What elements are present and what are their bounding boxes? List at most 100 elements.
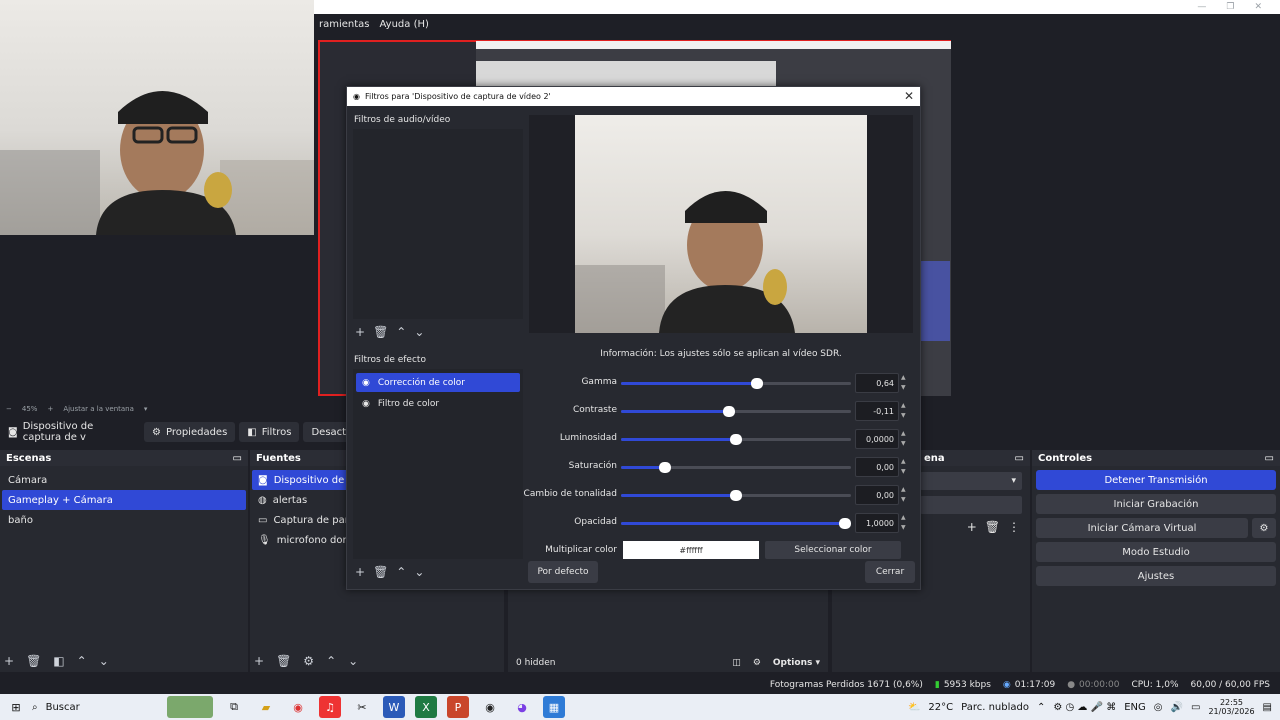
defaults-button[interactable]: Por defecto [528,561,598,583]
excel-icon[interactable]: X [415,696,437,718]
slider-handle[interactable] [730,490,742,501]
scene-item-selected[interactable]: Gameplay + Cámara [2,490,246,510]
increment-icon[interactable]: ▲ [901,401,911,411]
app-icon[interactable]: ▦ [543,696,565,718]
windows-start-icon[interactable]: ⊞ [5,696,27,718]
property-value-input[interactable]: -0,11 [855,401,899,421]
property-slider[interactable] [621,462,851,473]
select-color-button[interactable]: Seleccionar color [765,541,901,559]
scene-item[interactable]: baño [2,510,246,530]
eye-icon[interactable]: ◉ [362,399,370,409]
spin-arrows[interactable]: ▲ ▼ [901,429,911,449]
word-icon[interactable]: W [383,696,405,718]
trash-icon[interactable]: 🗑 [985,520,1000,534]
network-icon[interactable]: ◎ [1154,702,1163,713]
decrement-icon[interactable]: ▼ [901,383,911,393]
property-slider[interactable] [621,518,851,529]
layout-icon[interactable]: ◫ [732,658,741,668]
menu-help[interactable]: Ayuda (H) [375,19,434,30]
decrement-icon[interactable]: ▼ [901,523,911,533]
property-value-input[interactable]: 0,00 [855,485,899,505]
task-view-icon[interactable]: ⧉ [223,696,245,718]
property-value-input[interactable]: 1,0000 [855,513,899,533]
notifications-icon[interactable]: ▤ [1263,702,1272,713]
options-button[interactable]: Options ▾ [773,658,820,668]
add-icon[interactable]: + [355,565,365,579]
speaker-icon[interactable]: 🔊 [1171,702,1183,713]
decrement-icon[interactable]: ▼ [901,439,911,449]
filters-button[interactable]: ◧ Filtros [239,422,300,442]
obs-icon[interactable]: ◉ [479,696,501,718]
add-icon[interactable]: + [254,654,264,668]
scene-item[interactable]: Cámara [2,470,246,490]
close-button[interactable]: Cerrar [865,561,915,583]
property-slider[interactable] [621,434,851,445]
arrow-down-icon[interactable]: ⌄ [99,654,109,668]
minimize-icon[interactable]: — [1197,2,1206,12]
filter-item-color-correction[interactable]: ◉ Corrección de color [356,373,520,392]
property-slider[interactable] [621,406,851,417]
trash-icon[interactable]: 🗑 [26,654,41,668]
zoom-out-icon[interactable]: − [6,405,12,413]
slider-handle[interactable] [839,518,851,529]
property-slider[interactable] [621,490,851,501]
zoom-in-icon[interactable]: + [47,405,53,413]
arrow-down-icon[interactable]: ⌄ [414,565,424,579]
close-window-icon[interactable]: ✕ [1254,2,1262,12]
add-icon[interactable]: + [355,325,365,339]
messenger-icon[interactable]: ◕ [511,696,533,718]
trash-icon[interactable]: 🗑 [276,654,291,668]
capcut-icon[interactable]: ✂ [351,696,373,718]
start-recording-button[interactable]: Iniciar Grabación [1036,494,1276,514]
property-value-input[interactable]: 0,00 [855,457,899,477]
tray-icons[interactable]: ⚙ ◷ ☁ 🎤 ⌘ [1053,702,1116,713]
arrow-down-icon[interactable]: ⌄ [414,325,424,339]
spin-arrows[interactable]: ▲ ▼ [901,513,911,533]
fit-to-window[interactable]: Ajustar a la ventana [63,405,134,413]
taskbar-search[interactable]: ⌕ Buscar [32,702,162,713]
filter-item-color-filter[interactable]: ◉ Filtro de color [356,394,520,413]
properties-button[interactable]: ⚙ Propiedades [144,422,236,442]
slider-handle[interactable] [750,378,763,389]
close-icon[interactable]: ✕ [904,89,914,103]
clock[interactable]: 22:55 21/03/2026 [1208,698,1254,716]
file-explorer-icon[interactable]: ▰ [255,696,277,718]
powerpoint-icon[interactable]: P [447,696,469,718]
add-icon[interactable]: + [4,654,14,668]
restore-icon[interactable]: ❐ [1226,2,1234,12]
arrow-up-icon[interactable]: ⌃ [396,325,406,339]
spin-arrows[interactable]: ▲ ▼ [901,485,911,505]
decrement-icon[interactable]: ▼ [901,467,911,477]
increment-icon[interactable]: ▲ [901,457,911,467]
arrow-up-icon[interactable]: ⌃ [396,565,406,579]
dock-menu-icon[interactable]: ▭ [1015,453,1024,464]
weather-icon[interactable]: ⛅ [908,702,920,713]
language[interactable]: ENG [1124,702,1146,713]
arrow-down-icon[interactable]: ⌄ [348,654,358,668]
property-value-input[interactable]: 0,64 [855,373,899,393]
studio-mode-button[interactable]: Modo Estudio [1036,542,1276,562]
settings-button[interactable]: Ajustes [1036,566,1276,586]
more-icon[interactable]: ⋮ [1008,520,1020,534]
mixer-settings-icon[interactable]: ⚙ [753,658,761,668]
property-slider[interactable] [621,378,851,389]
decrement-icon[interactable]: ▼ [901,411,911,421]
menu-tools[interactable]: ramientas [314,19,375,30]
increment-icon[interactable]: ▲ [901,373,911,383]
property-value-input[interactable]: 0,0000 [855,429,899,449]
increment-icon[interactable]: ▲ [901,513,911,523]
increment-icon[interactable]: ▲ [901,429,911,439]
trash-icon[interactable]: 🗑 [373,325,388,339]
chevron-up-icon[interactable]: ⌃ [1037,702,1045,713]
widgets-icon[interactable] [167,696,213,718]
spin-arrows[interactable]: ▲ ▼ [901,373,911,393]
arrow-up-icon[interactable]: ⌃ [77,654,87,668]
chevron-down-icon[interactable]: ▾ [144,405,148,413]
virtual-camera-settings-icon[interactable]: ⚙ [1252,518,1276,538]
av-filters-list[interactable] [353,129,523,319]
trash-icon[interactable]: 🗑 [373,565,388,579]
slider-handle[interactable] [658,462,671,473]
spin-arrows[interactable]: ▲ ▼ [901,457,911,477]
spin-arrows[interactable]: ▲ ▼ [901,401,911,421]
stop-stream-button[interactable]: Detener Transmisión [1036,470,1276,490]
